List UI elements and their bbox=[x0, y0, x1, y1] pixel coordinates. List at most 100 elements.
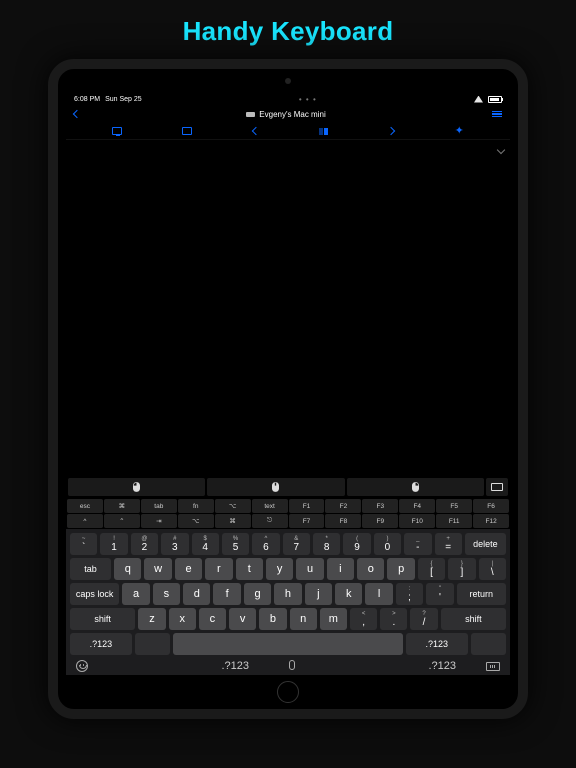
special-key[interactable]: esc bbox=[67, 499, 103, 513]
mouse-left-button[interactable] bbox=[68, 478, 205, 496]
special-key[interactable]: F2 bbox=[325, 499, 361, 513]
return-key[interactable]: return bbox=[457, 583, 506, 605]
bolt-icon[interactable]: ✦ bbox=[455, 126, 464, 137]
special-key[interactable]: F3 bbox=[362, 499, 398, 513]
next-icon[interactable] bbox=[387, 127, 395, 135]
special-key[interactable]: ⌘ bbox=[215, 514, 251, 528]
special-key[interactable]: ⌥ bbox=[215, 499, 251, 513]
letter-key[interactable]: e bbox=[175, 558, 202, 580]
letter-key[interactable]: t bbox=[236, 558, 263, 580]
num-key[interactable]: #3 bbox=[161, 533, 188, 555]
special-key[interactable]: F7 bbox=[289, 514, 325, 528]
letter-key[interactable]: d bbox=[183, 583, 210, 605]
special-key[interactable]: ⌘ bbox=[104, 499, 140, 513]
punct-key[interactable]: :; bbox=[396, 583, 423, 605]
shift-key-right[interactable]: shift bbox=[441, 608, 506, 630]
special-key[interactable]: F11 bbox=[436, 514, 472, 528]
dismiss-keyboard-button[interactable] bbox=[486, 662, 500, 671]
emoji-button[interactable] bbox=[76, 660, 88, 672]
special-key[interactable]: ⌥ bbox=[178, 514, 214, 528]
num-key[interactable]: !1 bbox=[100, 533, 127, 555]
letter-key[interactable]: u bbox=[296, 558, 323, 580]
special-key[interactable]: F12 bbox=[473, 514, 509, 528]
sym-button-left[interactable]: .?123 bbox=[221, 660, 249, 672]
num-key[interactable]: *8 bbox=[313, 533, 340, 555]
special-key[interactable]: F8 bbox=[325, 514, 361, 528]
punct-key[interactable]: }] bbox=[448, 558, 475, 580]
letter-key[interactable]: x bbox=[169, 608, 196, 630]
tab-key[interactable]: tab bbox=[70, 558, 111, 580]
letter-key[interactable]: n bbox=[290, 608, 317, 630]
letter-key[interactable]: i bbox=[327, 558, 354, 580]
special-key[interactable]: fn bbox=[178, 499, 214, 513]
letter-key[interactable]: f bbox=[213, 583, 240, 605]
letter-key[interactable]: l bbox=[365, 583, 392, 605]
letter-key[interactable]: j bbox=[305, 583, 332, 605]
punct-key[interactable]: |\ bbox=[479, 558, 506, 580]
special-key[interactable]: ⇥ bbox=[141, 514, 177, 528]
special-key[interactable]: ⎋ bbox=[252, 514, 288, 528]
collapse-icon[interactable] bbox=[498, 140, 504, 158]
num-key[interactable]: += bbox=[435, 533, 462, 555]
letter-key[interactable]: a bbox=[122, 583, 149, 605]
punct-key[interactable]: {[ bbox=[418, 558, 445, 580]
sym-key-right[interactable]: .?123 bbox=[406, 633, 468, 655]
special-key[interactable]: F1 bbox=[289, 499, 325, 513]
punct-key[interactable]: "' bbox=[426, 583, 453, 605]
punct-key[interactable]: <, bbox=[350, 608, 377, 630]
mouse-right-button[interactable] bbox=[347, 478, 484, 496]
sym-key-left[interactable]: .?123 bbox=[70, 633, 132, 655]
hide-keyboard-key[interactable] bbox=[471, 633, 506, 655]
special-key[interactable]: ^ bbox=[67, 514, 103, 528]
letter-key[interactable]: v bbox=[229, 608, 256, 630]
mic-button[interactable] bbox=[289, 660, 295, 670]
special-key[interactable]: F10 bbox=[399, 514, 435, 528]
num-key[interactable]: ~` bbox=[70, 533, 97, 555]
multitask-icon[interactable] bbox=[319, 128, 328, 135]
letter-key[interactable]: r bbox=[205, 558, 232, 580]
letter-key[interactable]: q bbox=[114, 558, 141, 580]
monitor-icon[interactable] bbox=[112, 127, 122, 135]
num-key[interactable]: &7 bbox=[283, 533, 310, 555]
special-key[interactable]: tab bbox=[141, 499, 177, 513]
special-key[interactable]: F6 bbox=[473, 499, 509, 513]
sym-button-right[interactable]: .?123 bbox=[428, 660, 456, 672]
special-key[interactable]: F9 bbox=[362, 514, 398, 528]
trackpad-area[interactable] bbox=[66, 139, 510, 476]
num-key[interactable]: ^6 bbox=[252, 533, 279, 555]
letter-key[interactable]: y bbox=[266, 558, 293, 580]
letter-key[interactable]: b bbox=[259, 608, 286, 630]
punct-key[interactable]: ?/ bbox=[410, 608, 437, 630]
num-key[interactable]: )0 bbox=[374, 533, 401, 555]
letter-key[interactable]: c bbox=[199, 608, 226, 630]
num-key[interactable]: (9 bbox=[343, 533, 370, 555]
letter-key[interactable]: o bbox=[357, 558, 384, 580]
letter-key[interactable]: s bbox=[153, 583, 180, 605]
mouse-middle-button[interactable] bbox=[207, 478, 344, 496]
letter-key[interactable]: h bbox=[274, 583, 301, 605]
letter-key[interactable]: k bbox=[335, 583, 362, 605]
keyboard-toggle-button[interactable] bbox=[486, 478, 508, 496]
delete-key[interactable]: delete bbox=[465, 533, 506, 555]
letter-key[interactable]: p bbox=[387, 558, 414, 580]
shift-key-left[interactable]: shift bbox=[70, 608, 135, 630]
special-key[interactable]: F4 bbox=[399, 499, 435, 513]
letter-key[interactable]: g bbox=[244, 583, 271, 605]
special-key[interactable]: ⌃ bbox=[104, 514, 140, 528]
space-key[interactable] bbox=[173, 633, 403, 655]
list-button[interactable] bbox=[492, 111, 502, 117]
special-key[interactable]: text bbox=[252, 499, 288, 513]
capslock-key[interactable]: caps lock bbox=[70, 583, 119, 605]
prev-icon[interactable] bbox=[251, 127, 259, 135]
letter-key[interactable]: z bbox=[138, 608, 165, 630]
letter-key[interactable]: m bbox=[320, 608, 347, 630]
num-key[interactable]: %5 bbox=[222, 533, 249, 555]
num-key[interactable]: _- bbox=[404, 533, 431, 555]
letter-key[interactable]: w bbox=[144, 558, 171, 580]
globe-key[interactable] bbox=[135, 633, 170, 655]
window-icon[interactable] bbox=[182, 127, 192, 135]
home-button[interactable] bbox=[277, 681, 299, 703]
punct-key[interactable]: >. bbox=[380, 608, 407, 630]
num-key[interactable]: $4 bbox=[192, 533, 219, 555]
back-button[interactable] bbox=[73, 110, 81, 118]
